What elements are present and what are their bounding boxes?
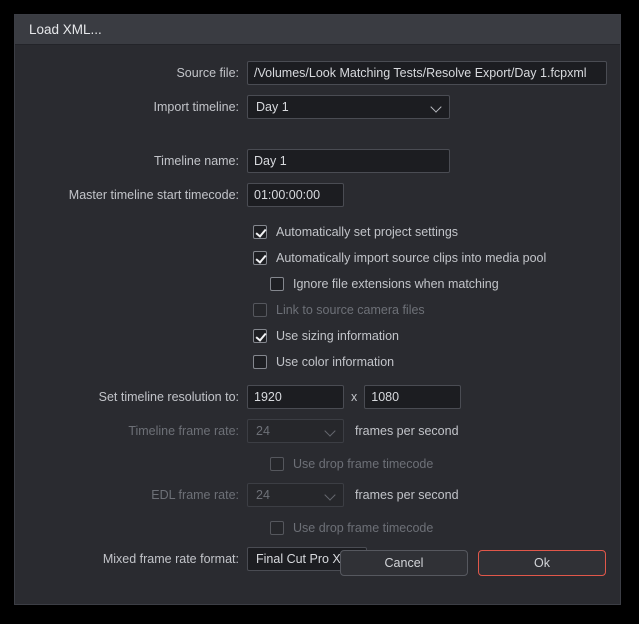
drop-frame-edl-checkbox <box>270 521 284 535</box>
link-camera-files-row: Link to source camera files <box>15 299 620 321</box>
edl-frame-rate-label: EDL frame rate: <box>151 488 239 502</box>
timeline-frame-rate-label: Timeline frame rate: <box>128 424 239 438</box>
drop-frame-timeline-checkbox <box>270 457 284 471</box>
resolution-height-input[interactable]: 1080 <box>364 385 462 409</box>
timeline-frame-rate-dropdown: 24 <box>247 419 344 443</box>
chevron-down-icon <box>325 426 336 437</box>
drop-frame-timeline-label: Use drop frame timecode <box>293 457 434 471</box>
use-color-row[interactable]: Use color information <box>15 351 620 373</box>
link-camera-files-checkbox <box>253 303 267 317</box>
source-file-label: Source file: <box>176 66 239 80</box>
edl-frame-rate-value: 24 <box>256 488 270 502</box>
edl-frame-rate-dropdown: 24 <box>247 483 344 507</box>
ignore-extensions-checkbox[interactable] <box>270 277 284 291</box>
master-timecode-input[interactable]: 01:00:00:00 <box>247 183 344 207</box>
resolution-width-input[interactable]: 1920 <box>247 385 344 409</box>
resolution-separator: x <box>351 390 358 404</box>
import-timeline-value: Day 1 <box>256 100 289 114</box>
edl-frame-rate-suffix: frames per second <box>355 488 459 502</box>
use-color-checkbox[interactable] <box>253 355 267 369</box>
import-timeline-row: Import timeline: Day 1 <box>15 95 620 119</box>
timeline-name-input[interactable]: Day 1 <box>247 149 450 173</box>
timeline-frame-rate-row: Timeline frame rate: 24 frames per secon… <box>15 419 620 443</box>
auto-project-settings-row[interactable]: Automatically set project settings <box>15 221 620 243</box>
link-camera-files-label: Link to source camera files <box>276 303 425 317</box>
load-xml-dialog: Load XML... Source file: /Volumes/Look M… <box>14 14 621 605</box>
dialog-title: Load XML... <box>29 22 102 37</box>
auto-import-clips-label: Automatically import source clips into m… <box>276 251 547 265</box>
auto-project-settings-checkbox[interactable] <box>253 225 267 239</box>
source-file-row: Source file: /Volumes/Look Matching Test… <box>15 61 620 85</box>
chevron-down-icon <box>431 102 442 113</box>
auto-import-clips-checkbox[interactable] <box>253 251 267 265</box>
dialog-body: Source file: /Volumes/Look Matching Test… <box>15 45 620 604</box>
edl-frame-rate-row: EDL frame rate: 24 frames per second <box>15 483 620 507</box>
chevron-down-icon <box>325 490 336 501</box>
import-timeline-dropdown[interactable]: Day 1 <box>247 95 450 119</box>
auto-import-clips-row[interactable]: Automatically import source clips into m… <box>15 247 620 269</box>
ignore-extensions-label: Ignore file extensions when matching <box>293 277 499 291</box>
drop-frame-timeline-row: Use drop frame timecode <box>15 453 620 475</box>
ignore-extensions-row[interactable]: Ignore file extensions when matching <box>15 273 620 295</box>
cancel-button[interactable]: Cancel <box>340 550 468 576</box>
dialog-titlebar: Load XML... <box>15 15 620 45</box>
ok-button[interactable]: Ok <box>478 550 606 576</box>
resolution-row: Set timeline resolution to: 1920 x 1080 <box>15 385 620 409</box>
mixed-frame-rate-value: Final Cut Pro X <box>256 552 341 566</box>
use-sizing-checkbox[interactable] <box>253 329 267 343</box>
mixed-frame-rate-label: Mixed frame rate format: <box>102 552 239 566</box>
use-color-label: Use color information <box>276 355 395 369</box>
master-timecode-row: Master timeline start timecode: 01:00:00… <box>15 183 620 207</box>
source-file-input[interactable]: /Volumes/Look Matching Tests/Resolve Exp… <box>247 61 607 85</box>
use-sizing-label: Use sizing information <box>276 329 399 343</box>
timeline-name-row: Timeline name: Day 1 <box>15 149 620 173</box>
timeline-frame-rate-value: 24 <box>256 424 270 438</box>
master-timecode-label: Master timeline start timecode: <box>68 188 239 202</box>
auto-project-settings-label: Automatically set project settings <box>276 225 459 239</box>
import-timeline-label: Import timeline: <box>153 100 239 114</box>
timeline-name-label: Timeline name: <box>154 154 239 168</box>
dialog-footer: Cancel Ok <box>340 550 606 576</box>
drop-frame-edl-row: Use drop frame timecode <box>15 517 620 539</box>
use-sizing-row[interactable]: Use sizing information <box>15 325 620 347</box>
resolution-label: Set timeline resolution to: <box>98 390 239 404</box>
drop-frame-edl-label: Use drop frame timecode <box>293 521 434 535</box>
timeline-frame-rate-suffix: frames per second <box>355 424 459 438</box>
